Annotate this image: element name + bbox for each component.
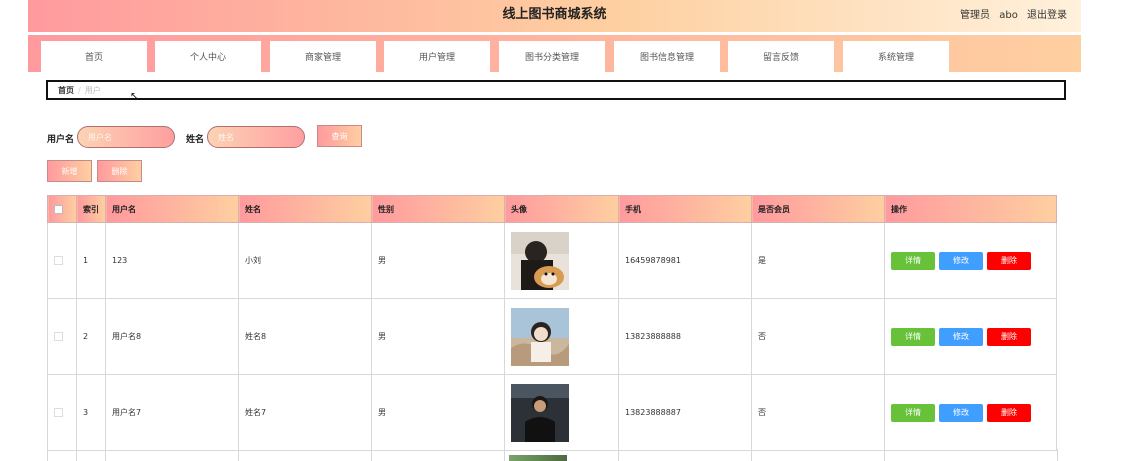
detail-button[interactable]: 详情 xyxy=(891,327,935,346)
edit-button[interactable]: 修改 xyxy=(939,327,983,346)
header-avatar: 头像 xyxy=(504,195,619,223)
user-role: 管理员 xyxy=(960,10,991,21)
cell-username: 用户名7 xyxy=(105,374,239,451)
avatar-image xyxy=(511,307,569,366)
cell-actions: 详情 修改 删除 xyxy=(884,222,1057,299)
cell-username: 用户名8 xyxy=(105,298,239,375)
username-search-input[interactable] xyxy=(77,126,175,148)
nav-item-message-feedback[interactable]: 留言反馈 xyxy=(728,41,834,72)
query-button[interactable]: 查询 xyxy=(317,125,362,147)
cell-name: 小刘 xyxy=(238,222,372,299)
row-checkbox[interactable] xyxy=(54,256,63,265)
table-row: 1 123 小刘 男 16459878981 是 详情 修改 删除 xyxy=(47,222,1057,299)
cell-phone: 16459878981 xyxy=(618,222,752,299)
cell-gender: 男 xyxy=(371,298,505,375)
main-nav: 首页 个人中心 商家管理 用户管理 图书分类管理 图书信息管理 留言反馈 系统管… xyxy=(28,35,1081,72)
table-row: 3 用户名7 姓名7 男 13823888887 否 详情 修改 删除 xyxy=(47,374,1057,451)
nav-item-merchant-management[interactable]: 商家管理 xyxy=(270,41,376,72)
cell-index: 3 xyxy=(76,374,106,451)
logout-link[interactable]: 退出登录 xyxy=(1027,10,1067,21)
column-divider xyxy=(751,449,752,461)
top-header: 线上图书商城系统 xyxy=(28,0,1081,32)
header-gender: 性别 xyxy=(371,195,505,223)
column-divider xyxy=(618,449,619,461)
avatar-image xyxy=(511,231,569,290)
row-checkbox[interactable] xyxy=(54,332,63,341)
header-index: 索引 xyxy=(76,195,106,223)
user-table: 索引 用户名 姓名 性别 头像 手机 是否会员 操作 1 123 小刘 男 16… xyxy=(47,195,1057,451)
row-select-cell xyxy=(47,222,77,299)
breadcrumb: 首页 / 用户 xyxy=(46,80,1066,100)
row-checkbox[interactable] xyxy=(54,408,63,417)
table-header-row: 索引 用户名 姓名 性别 头像 手机 是否会员 操作 xyxy=(47,195,1057,223)
header-member: 是否会员 xyxy=(751,195,885,223)
batch-delete-button[interactable]: 删除 xyxy=(97,160,142,182)
header-phone: 手机 xyxy=(618,195,752,223)
column-divider xyxy=(238,449,239,461)
cell-member: 是 xyxy=(751,222,885,299)
edit-button[interactable]: 修改 xyxy=(939,403,983,422)
cell-index: 2 xyxy=(76,298,106,375)
cell-avatar xyxy=(504,298,619,375)
detail-button[interactable]: 详情 xyxy=(891,403,935,422)
nav-item-personal-center[interactable]: 个人中心 xyxy=(155,41,261,72)
detail-button[interactable]: 详情 xyxy=(891,251,935,270)
nav-item-home[interactable]: 首页 xyxy=(41,41,147,72)
avatar-image xyxy=(511,383,569,442)
avatar-image xyxy=(509,455,567,461)
delete-button[interactable]: 删除 xyxy=(987,403,1031,422)
header-name: 姓名 xyxy=(238,195,372,223)
username-search-label: 用户名 xyxy=(47,135,75,145)
breadcrumb-current: 用户 xyxy=(84,85,101,95)
nav-item-user-management[interactable]: 用户管理 xyxy=(384,41,490,72)
row-select-cell xyxy=(47,374,77,451)
cell-avatar xyxy=(504,222,619,299)
delete-button[interactable]: 删除 xyxy=(987,251,1031,270)
cell-phone: 13823888887 xyxy=(618,374,752,451)
nav-item-book-category-management[interactable]: 图书分类管理 xyxy=(499,41,605,72)
column-divider xyxy=(504,449,505,461)
column-divider xyxy=(76,449,77,461)
cell-gender: 男 xyxy=(371,374,505,451)
add-button[interactable]: 新增 xyxy=(47,160,92,182)
cell-member: 否 xyxy=(751,374,885,451)
user-area: 管理员 abo 退出登录 xyxy=(954,6,1067,21)
breadcrumb-home[interactable]: 首页 xyxy=(58,85,74,96)
cell-avatar xyxy=(504,374,619,451)
cell-phone: 13823888888 xyxy=(618,298,752,375)
cell-actions: 详情 修改 删除 xyxy=(884,298,1057,375)
user-name: abo xyxy=(999,10,1018,21)
cell-actions: 详情 修改 删除 xyxy=(884,374,1057,451)
app-title: 线上图书商城系统 xyxy=(502,7,607,22)
mouse-cursor-icon: ↖ xyxy=(130,91,139,102)
header-actions: 操作 xyxy=(884,195,1057,223)
delete-button[interactable]: 删除 xyxy=(987,327,1031,346)
cell-member: 否 xyxy=(751,298,885,375)
column-divider xyxy=(371,449,372,461)
cell-name: 姓名7 xyxy=(238,374,372,451)
cell-username: 123 xyxy=(105,222,239,299)
name-search-label: 姓名 xyxy=(186,135,205,145)
cell-name: 姓名8 xyxy=(238,298,372,375)
cell-index: 1 xyxy=(76,222,106,299)
edit-button[interactable]: 修改 xyxy=(939,251,983,270)
header-username: 用户名 xyxy=(105,195,239,223)
nav-item-system-management[interactable]: 系统管理 xyxy=(843,41,949,72)
column-divider xyxy=(884,449,885,461)
cell-gender: 男 xyxy=(371,222,505,299)
select-all-checkbox[interactable] xyxy=(54,204,63,214)
table-row: 2 用户名8 姓名8 男 13823888888 否 详情 修改 删除 xyxy=(47,298,1057,375)
select-all-cell xyxy=(47,195,77,223)
nav-item-book-info-management[interactable]: 图书信息管理 xyxy=(614,41,720,72)
breadcrumb-separator: / xyxy=(78,85,81,95)
name-search-input[interactable] xyxy=(207,126,305,148)
table-row-partial xyxy=(47,449,1058,461)
column-divider xyxy=(105,449,106,461)
row-select-cell xyxy=(47,298,77,375)
